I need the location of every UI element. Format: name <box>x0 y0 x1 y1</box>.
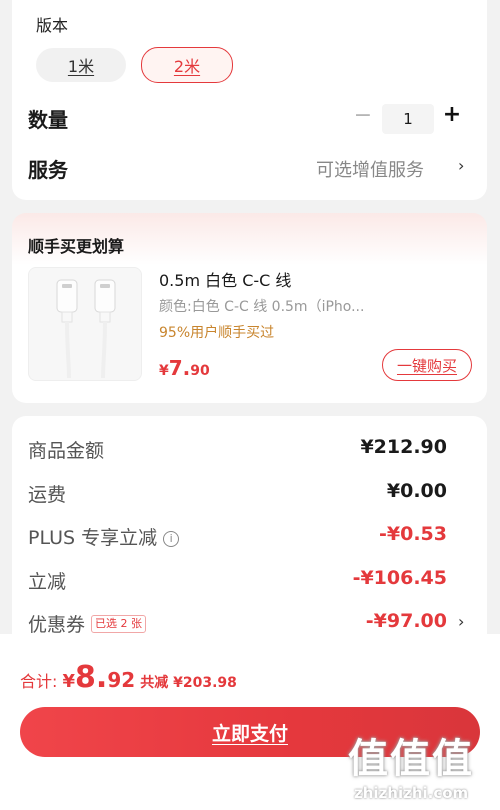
shipping-label: 运费 <box>28 484 67 506</box>
plus-discount-value: -¥0.53 <box>379 523 447 545</box>
quick-buy-label: 一键购买 <box>396 356 457 375</box>
usb-c-cable-icon <box>56 279 116 379</box>
version-label: 版本 <box>36 16 69 35</box>
service-link[interactable]: 可选增值服务 <box>316 156 424 182</box>
total-row: 合计: ¥8.92 共减 ¥203.98 <box>20 660 237 695</box>
coupon-row[interactable]: 优惠券 已选 2 张 <box>28 610 147 637</box>
total-integer: 8. <box>75 660 108 695</box>
total-saved: 共减 ¥203.98 <box>140 675 237 691</box>
spec-card: 版本 1米 2米 数量 − 1 + 服务 可选增值服务 › <box>12 0 487 200</box>
service-label: 服务 <box>28 158 68 182</box>
shipping-value: ¥0.00 <box>386 480 447 502</box>
quick-buy-button[interactable]: 一键购买 <box>382 349 472 381</box>
option-2m-label: 2米 <box>173 57 201 76</box>
quantity-increment-button[interactable]: + <box>440 102 464 127</box>
plus-discount-row: PLUS 专享立减 i <box>28 523 180 550</box>
price-breakdown-card: 商品金额 ¥212.90 运费 ¥0.00 PLUS 专享立减 i -¥0.53 … <box>12 416 487 656</box>
quantity-label: 数量 <box>28 108 68 132</box>
total-label: 合计: <box>20 672 58 691</box>
product-thumbnail[interactable] <box>28 267 142 381</box>
price-integer: 7. <box>168 356 191 380</box>
coupon-label: 优惠券 <box>28 614 86 636</box>
option-1m-label: 1米 <box>67 57 95 76</box>
watermark-url: zhizhizhi.com <box>354 784 469 802</box>
coupon-value[interactable]: -¥97.00 <box>366 610 447 632</box>
price-decimal: 90 <box>190 363 210 379</box>
checkout-bar: 合计: ¥8.92 共减 ¥203.98 立即支付 值值值 zhizhizhi.… <box>0 634 500 810</box>
quantity-input[interactable]: 1 <box>382 104 434 134</box>
total-decimal: 92 <box>107 668 136 692</box>
subtotal-label: 商品金额 <box>28 440 105 462</box>
pay-now-label: 立即支付 <box>211 722 288 745</box>
coupon-badge: 已选 2 张 <box>91 615 147 633</box>
info-icon[interactable]: i <box>163 531 180 547</box>
instant-discount-value: -¥106.45 <box>352 567 447 589</box>
addon-card: 顺手买更划算 0.5m 白色 C-C 线 颜色:白色 C-C 线 0.5m（iP… <box>12 213 487 403</box>
subtotal-value: ¥212.90 <box>360 436 447 458</box>
product-name: 0.5m 白色 C-C 线 <box>159 271 292 290</box>
quantity-decrement-button[interactable]: − <box>351 103 375 128</box>
plus-discount-label: PLUS 专享立减 <box>28 527 158 549</box>
addon-title: 顺手买更划算 <box>28 237 125 256</box>
service-chevron-icon[interactable]: › <box>458 156 464 175</box>
option-2m-button[interactable]: 2米 <box>141 47 233 83</box>
coupon-chevron-icon[interactable]: › <box>458 612 464 631</box>
product-tip: 95%用户顺手买过 <box>159 325 275 341</box>
product-price: ¥7.90 <box>159 356 210 380</box>
instant-discount-label: 立减 <box>28 571 67 593</box>
product-spec: 颜色:白色 C-C 线 0.5m（iPho... <box>159 299 365 315</box>
watermark-logo: 值值值 <box>348 736 474 782</box>
total-currency: ¥ <box>62 671 76 692</box>
price-currency: ¥ <box>159 363 169 379</box>
option-1m-button[interactable]: 1米 <box>36 48 126 82</box>
